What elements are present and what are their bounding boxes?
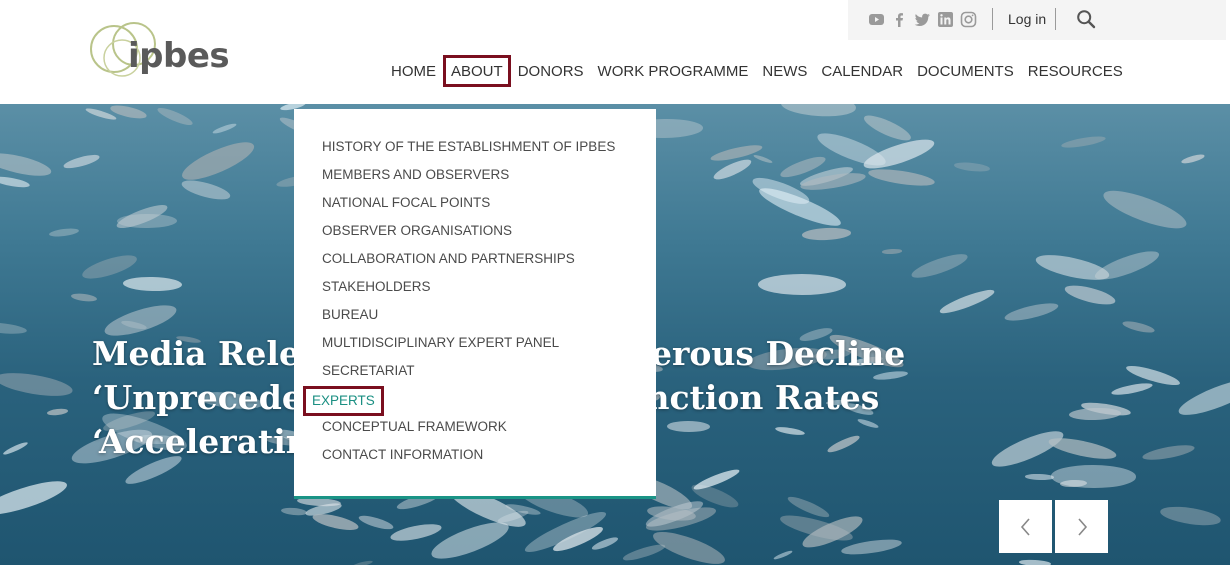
main-nav: HOME ABOUT DONORS WORK PROGRAMME NEWS CA…	[384, 55, 1130, 87]
divider	[1055, 8, 1056, 30]
fish-decoration	[356, 512, 395, 533]
menu-item-expert-panel[interactable]: MULTIDISCIPLINARY EXPERT PANEL	[322, 332, 615, 360]
linkedin-icon[interactable]	[937, 11, 954, 28]
fish-decoration	[280, 506, 307, 517]
fish-decoration	[840, 537, 903, 558]
nav-donors[interactable]: DONORS	[511, 55, 591, 87]
nav-home[interactable]: HOME	[384, 55, 443, 87]
fish-decoration	[310, 511, 360, 534]
fish-decoration	[1121, 319, 1157, 336]
fish-decoration	[709, 141, 763, 164]
fish-decoration	[0, 174, 31, 190]
social-links	[868, 11, 977, 28]
fish-decoration	[752, 153, 774, 165]
fish-decoration	[1060, 134, 1107, 151]
fish-decoration	[388, 521, 443, 545]
fish-decoration	[861, 111, 914, 145]
ipbes-logo[interactable]: ipbes	[90, 22, 230, 80]
nav-news[interactable]: NEWS	[755, 55, 814, 87]
fish-decoration	[1110, 381, 1154, 398]
fish-decoration	[1003, 299, 1060, 324]
fish-decoration	[212, 121, 238, 135]
menu-item-members[interactable]: MEMBERS AND OBSERVERS	[322, 164, 615, 192]
menu-item-history[interactable]: HISTORY OF THE ESTABLISHMENT OF IPBES	[322, 136, 615, 164]
fish-decoration	[48, 227, 80, 239]
fish-decoration	[937, 286, 997, 318]
fish-decoration	[590, 535, 620, 553]
fish-decoration	[0, 148, 53, 180]
fish-decoration	[156, 104, 195, 128]
fish-decoration	[1174, 372, 1230, 422]
fish-decoration	[954, 161, 991, 173]
fish-decoration	[621, 541, 666, 563]
menu-item-experts[interactable]: EXPERTS	[303, 386, 615, 416]
search-icon[interactable]	[1076, 9, 1096, 34]
instagram-icon[interactable]	[960, 11, 977, 28]
facebook-icon[interactable]	[891, 11, 908, 28]
youtube-icon[interactable]	[868, 11, 885, 28]
nav-about[interactable]: ABOUT	[443, 55, 511, 87]
utility-bar: Log in	[848, 0, 1226, 40]
fish-decoration	[758, 273, 847, 295]
fish-decoration	[116, 213, 177, 229]
fish-decoration	[909, 249, 970, 282]
fish-decoration	[351, 559, 374, 565]
dropdown-list: HISTORY OF THE ESTABLISHMENT OF IPBES ME…	[303, 136, 615, 472]
site-header: ipbes Log in HOME ABOUT DONORS WORK PROG…	[0, 0, 1230, 104]
fish-decoration	[2, 440, 29, 456]
fish-decoration	[1141, 442, 1196, 463]
about-dropdown-menu: HISTORY OF THE ESTABLISHMENT OF IPBES ME…	[294, 109, 656, 499]
fish-decoration	[1099, 183, 1190, 236]
nav-calendar[interactable]: CALENDAR	[814, 55, 910, 87]
fish-decoration	[867, 166, 936, 190]
fish-decoration	[779, 104, 857, 119]
menu-item-national-focal-points[interactable]: NATIONAL FOCAL POINTS	[322, 192, 615, 220]
carousel-next-button[interactable]	[1055, 500, 1108, 553]
menu-item-collaboration[interactable]: COLLABORATION AND PARTNERSHIPS	[322, 248, 615, 276]
fish-decoration	[755, 181, 844, 233]
menu-item-stakeholders[interactable]: STAKEHOLDERS	[322, 276, 615, 304]
nav-resources[interactable]: RESOURCES	[1021, 55, 1130, 87]
fish-decoration	[1062, 282, 1117, 310]
menu-item-conceptual-framework[interactable]: CONCEPTUAL FRAMEWORK	[322, 416, 615, 444]
fish-decoration	[0, 320, 28, 337]
fish-decoration	[773, 548, 794, 561]
fish-decoration	[1024, 473, 1055, 480]
fish-decoration	[62, 152, 101, 171]
login-link[interactable]: Log in	[1008, 11, 1046, 27]
fish-decoration	[801, 226, 852, 241]
fish-decoration	[1159, 503, 1223, 529]
twitter-icon[interactable]	[914, 11, 931, 28]
carousel-prev-button[interactable]	[999, 500, 1052, 553]
fish-decoration	[1091, 245, 1162, 285]
logo-wordmark: ipbes	[128, 36, 230, 76]
fish-decoration	[71, 292, 98, 303]
fish-decoration	[0, 369, 75, 401]
menu-item-contact-information[interactable]: CONTACT INFORMATION	[322, 444, 615, 472]
fish-decoration	[46, 407, 69, 416]
fish-decoration	[881, 248, 902, 255]
fish-decoration	[0, 475, 70, 522]
fish-decoration	[1050, 464, 1137, 488]
menu-item-bureau[interactable]: BUREAU	[322, 304, 615, 332]
chevron-left-icon	[1020, 517, 1030, 536]
menu-item-secretariat[interactable]: SECRETARIAT	[322, 360, 615, 388]
fish-decoration	[178, 135, 259, 188]
nav-documents[interactable]: DOCUMENTS	[910, 55, 1021, 87]
nav-work-programme[interactable]: WORK PROGRAMME	[591, 55, 756, 87]
fish-decoration	[122, 276, 182, 292]
fish-decoration	[1019, 558, 1052, 565]
fish-decoration	[1180, 153, 1206, 166]
menu-item-observer-organisations[interactable]: OBSERVER ORGANISATIONS	[322, 220, 615, 248]
fish-decoration	[180, 176, 233, 203]
chevron-right-icon	[1077, 517, 1087, 536]
divider	[992, 8, 993, 30]
